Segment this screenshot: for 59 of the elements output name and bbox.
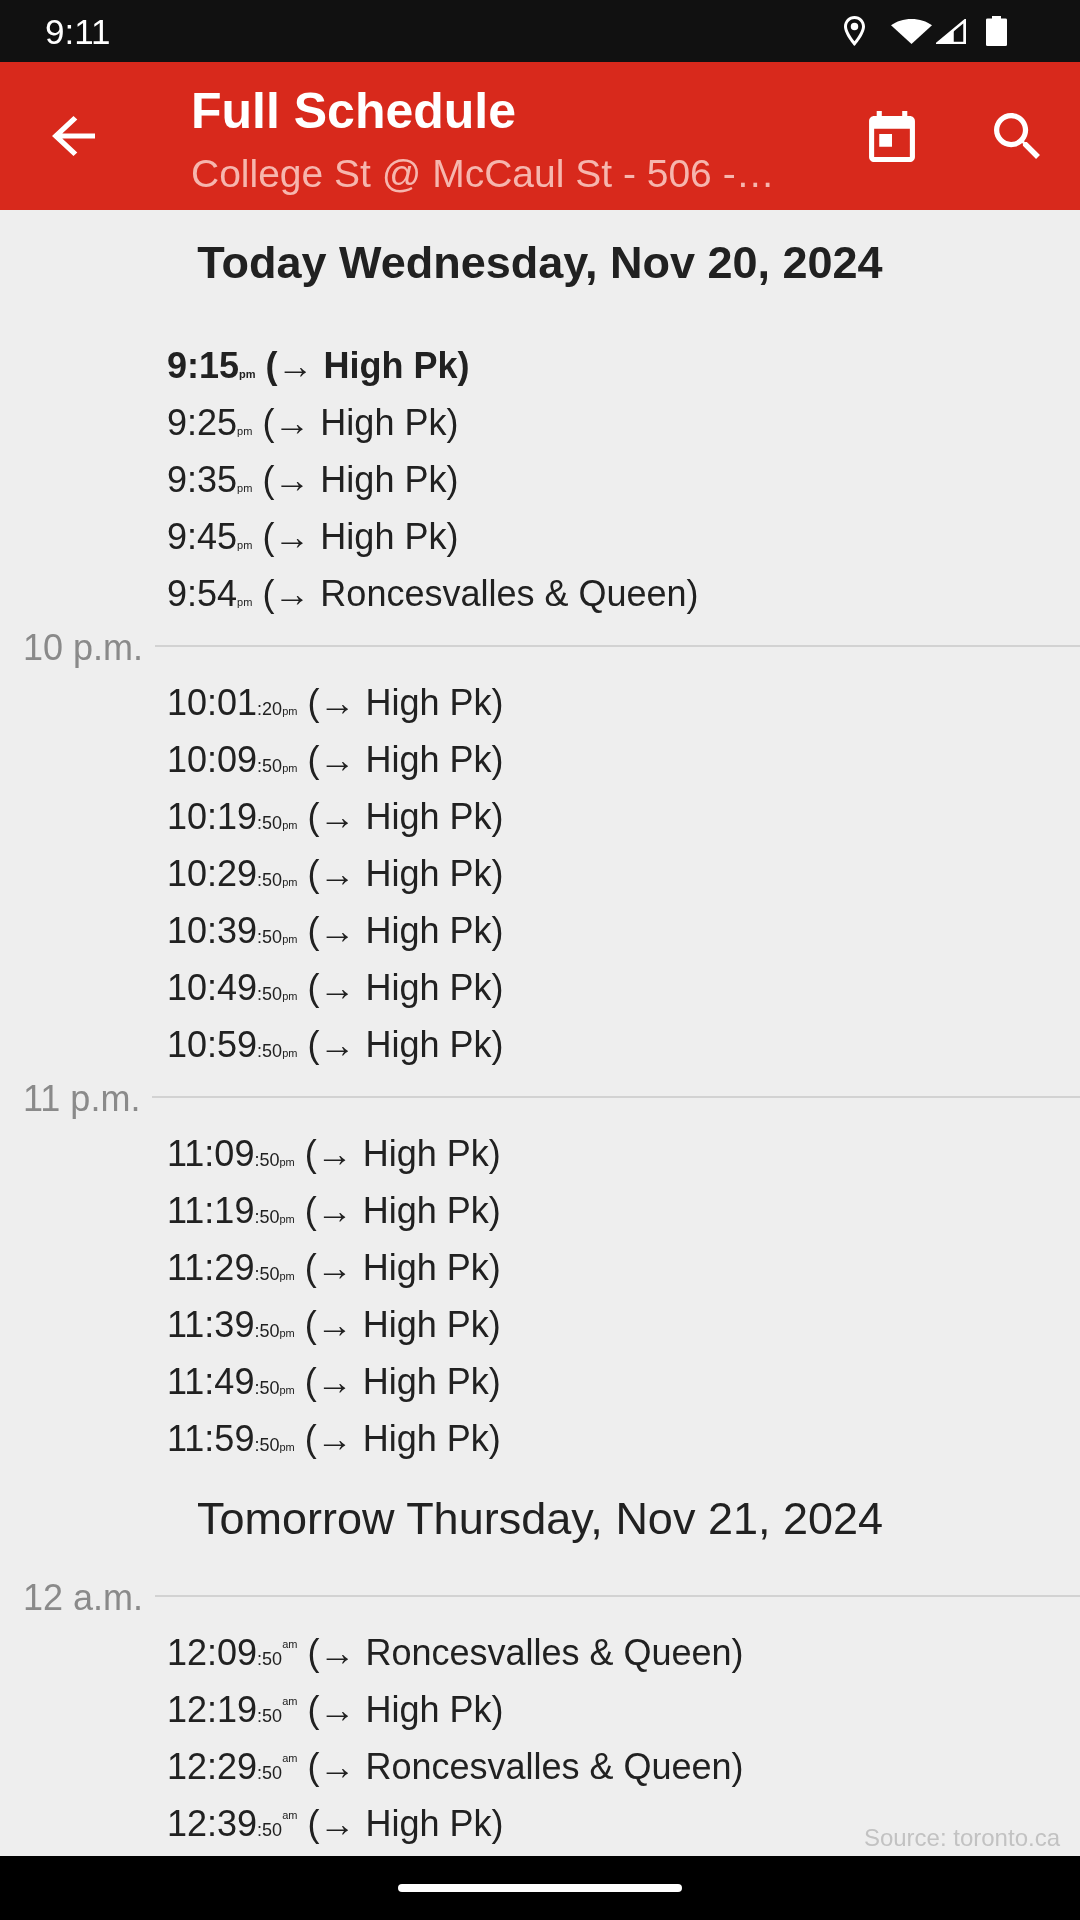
departure-time: 10:59:50pm [167, 1024, 298, 1065]
back-arrow-icon [52, 116, 95, 156]
day-heading: Tomorrow Thursday, Nov 21, 2024 [196, 1492, 884, 1546]
hour-label: 10 p.m. [23, 630, 144, 666]
screen-title: Full Schedule [191, 82, 517, 140]
signal-icon [936, 18, 966, 44]
destination-text: (→ Roncesvalles & Queen) [307, 1746, 744, 1787]
departure-time: 10:01:20pm [167, 682, 298, 723]
destination-text: (→ Roncesvalles & Queen) [262, 573, 699, 614]
destination-text: (→ High Pk) [304, 1418, 501, 1459]
destination-text: (→ High Pk) [304, 1247, 501, 1288]
destination-text: (→ Roncesvalles & Queen) [307, 1632, 744, 1673]
location-pin-icon [843, 16, 866, 46]
home-handle[interactable] [398, 1884, 682, 1892]
destination-text: (→ High Pk) [307, 1024, 504, 1065]
departure-time: 11:49:50pm [167, 1361, 295, 1402]
status-time: 9:11 [45, 13, 111, 49]
destination-text: (→ High Pk) [262, 516, 459, 557]
wifi-icon [891, 18, 932, 44]
departure-time: 11:39:50pm [167, 1304, 295, 1345]
destination-text: (→ High Pk) [304, 1361, 501, 1402]
destination-text: (→ High Pk) [307, 853, 504, 894]
destination-text: (→ High Pk) [307, 682, 504, 723]
destination-text: (→ High Pk) [307, 1689, 504, 1730]
calendar-icon [869, 110, 915, 162]
destination-text: (→ High Pk) [307, 739, 504, 780]
departure-time: 10:39:50pm [167, 910, 298, 951]
destination-text: (→ High Pk) [307, 1803, 504, 1844]
back-button[interactable] [52, 116, 95, 156]
search-icon [994, 113, 1040, 159]
departure-time: 10:29:50pm [167, 853, 298, 894]
departure-time: 10:09:50pm [167, 739, 298, 780]
destination-text: (→ High Pk) [304, 1190, 501, 1231]
departure-time: 9:35pm [167, 459, 253, 500]
destination-text: (→ High Pk) [262, 402, 459, 443]
destination-text: (→ High Pk) [307, 967, 504, 1008]
departure-time: 11:59:50pm [167, 1418, 295, 1459]
stop-subtitle: College St @ McCaul St - 506 -… [191, 151, 775, 197]
departure-time: 11:29:50pm [167, 1247, 295, 1288]
departure-time: 9:25pm [167, 402, 253, 443]
hour-label: 12 a.m. [23, 1580, 144, 1616]
departure-time: 9:54pm [167, 573, 253, 614]
day-heading: Today Wednesday, Nov 20, 2024 [197, 236, 883, 290]
calendar-button[interactable] [869, 110, 915, 162]
departure-time: 9:45pm [167, 516, 253, 557]
destination-text: (→ High Pk) [265, 345, 470, 386]
departure-time: 11:09:50pm [167, 1133, 295, 1174]
search-button[interactable] [994, 113, 1040, 159]
destination-text: (→ High Pk) [304, 1304, 501, 1345]
battery-icon [986, 16, 1007, 46]
destination-text: (→ High Pk) [304, 1133, 501, 1174]
departure-time: 10:49:50pm [167, 967, 298, 1008]
departure-time: 9:15pm [167, 345, 256, 386]
destination-text: (→ High Pk) [307, 910, 504, 951]
destination-text: (→ High Pk) [262, 459, 459, 500]
departure-time: 11:19:50pm [167, 1190, 295, 1231]
departure-time: 10:19:50pm [167, 796, 298, 837]
destination-text: (→ High Pk) [307, 796, 504, 837]
hour-label: 11 p.m. [23, 1081, 141, 1117]
